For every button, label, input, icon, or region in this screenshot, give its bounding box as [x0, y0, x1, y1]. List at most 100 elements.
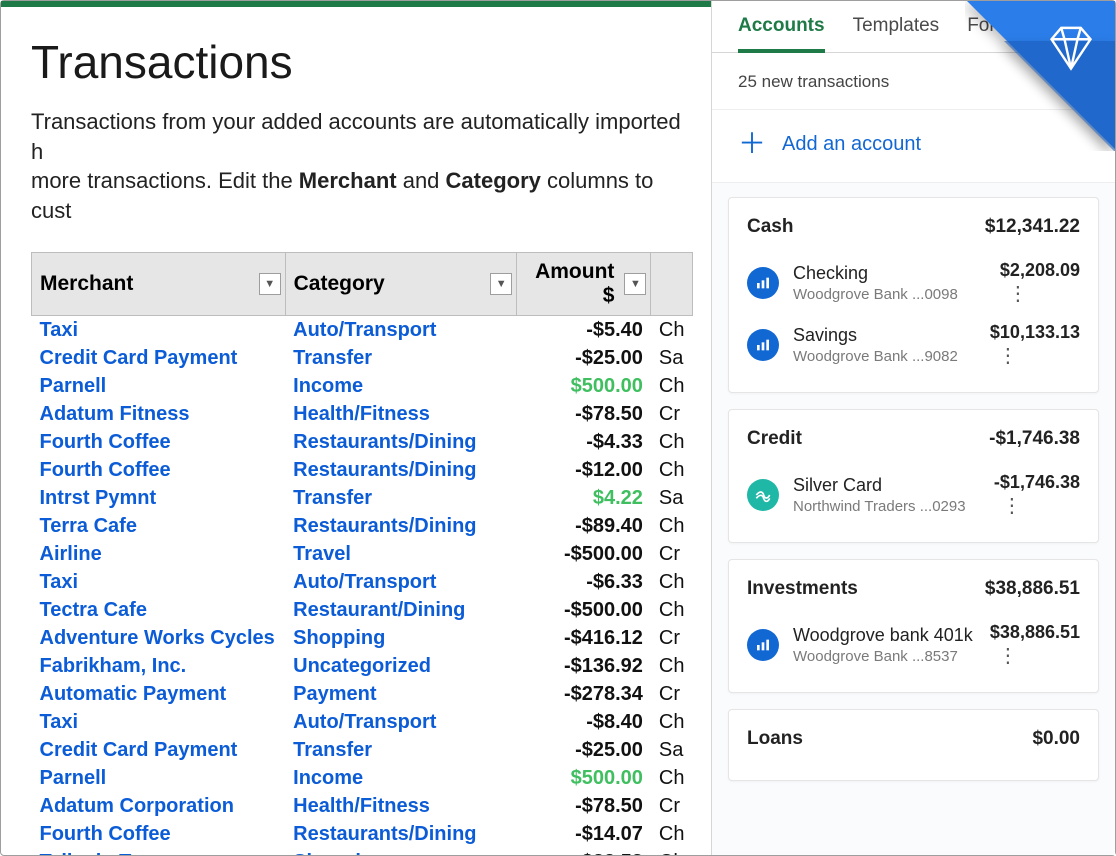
amount-cell: -$8.40	[517, 708, 651, 736]
merchant-cell[interactable]: Credit Card Payment	[32, 344, 286, 372]
account-amount: $2,208.09	[1000, 260, 1080, 281]
desc-bold-category: Category	[446, 168, 541, 193]
merchant-cell[interactable]: Tectra Cafe	[32, 596, 286, 624]
account-icon	[747, 267, 779, 299]
account-subtitle: Woodgrove Bank ...9082	[793, 348, 976, 365]
filter-amount-button[interactable]: ▼	[624, 273, 646, 295]
merchant-cell[interactable]: Taxi	[32, 315, 286, 344]
category-cell[interactable]: Restaurants/Dining	[285, 820, 517, 848]
category-cell[interactable]: Transfer	[285, 736, 517, 764]
category-cell[interactable]: Restaurants/Dining	[285, 512, 517, 540]
category-cell[interactable]: Restaurants/Dining	[285, 456, 517, 484]
account-cell: Ch	[651, 820, 693, 848]
table-row: Intrst PymntTransfer$4.22Sa	[32, 484, 693, 512]
merchant-cell[interactable]: Taxi	[32, 568, 286, 596]
merchant-cell[interactable]: Parnell	[32, 764, 286, 792]
merchant-cell[interactable]: Taxi	[32, 708, 286, 736]
col-category[interactable]: Category ▼	[285, 252, 517, 315]
table-row: ParnellIncome$500.00Ch	[32, 764, 693, 792]
account-cell: Cr	[651, 540, 693, 568]
table-row: TaxiAuto/Transport-$8.40Ch	[32, 708, 693, 736]
account-more-button[interactable]: ⋮	[996, 643, 1020, 668]
account-icon	[747, 479, 779, 511]
category-cell[interactable]: Restaurants/Dining	[285, 428, 517, 456]
account-row[interactable]: Silver CardNorthwind Traders ...0293-$1,…	[747, 464, 1080, 526]
table-row: Adatum CorporationHealth/Fitness-$78.50C…	[32, 792, 693, 820]
account-amount: $38,886.51	[990, 622, 1080, 643]
account-name: Savings	[793, 325, 976, 346]
table-row: TaxiAuto/Transport-$5.40Ch	[32, 315, 693, 344]
tab-for-you[interactable]: For you	[967, 15, 1031, 52]
account-more-button[interactable]: ⋮	[1000, 493, 1024, 518]
group-card: Investments$38,886.51Woodgrove bank 401k…	[728, 559, 1099, 693]
merchant-cell[interactable]: Airline	[32, 540, 286, 568]
account-cell: Ch	[651, 848, 693, 855]
merchant-cell[interactable]: Adatum Fitness	[32, 400, 286, 428]
merchant-cell[interactable]: Credit Card Payment	[32, 736, 286, 764]
merchant-cell[interactable]: Fourth Coffee	[32, 428, 286, 456]
table-row: Adventure Works CyclesShopping-$416.12Cr	[32, 624, 693, 652]
merchant-cell[interactable]: Fourth Coffee	[32, 820, 286, 848]
amount-cell: -$78.50	[517, 400, 651, 428]
group-card: Cash$12,341.22CheckingWoodgrove Bank ...…	[728, 197, 1099, 393]
merchant-cell[interactable]: Fabrikham, Inc.	[32, 652, 286, 680]
category-cell[interactable]: Travel	[285, 540, 517, 568]
category-cell[interactable]: Restaurant/Dining	[285, 596, 517, 624]
desc-line2b: and	[397, 168, 446, 193]
account-amount: -$1,746.38	[994, 472, 1080, 493]
account-row[interactable]: SavingsWoodgrove Bank ...9082$10,133.13⋮	[747, 314, 1080, 376]
account-more-button[interactable]: ⋮	[1006, 281, 1030, 306]
account-row[interactable]: CheckingWoodgrove Bank ...0098$2,208.09⋮	[747, 252, 1080, 314]
account-cell: Cr	[651, 792, 693, 820]
merchant-cell[interactable]: Terra Cafe	[32, 512, 286, 540]
tab-templates[interactable]: Templates	[853, 15, 940, 52]
category-cell[interactable]: Auto/Transport	[285, 315, 517, 344]
table-row: Fourth CoffeeRestaurants/Dining-$14.07Ch	[32, 820, 693, 848]
col-merchant[interactable]: Merchant ▼	[32, 252, 286, 315]
merchant-cell[interactable]: Adatum Corporation	[32, 792, 286, 820]
category-cell[interactable]: Income	[285, 764, 517, 792]
account-cell: Cr	[651, 624, 693, 652]
transactions-pane: Transactions Transactions from your adde…	[1, 1, 711, 855]
desc-line1: Transactions from your added accounts ar…	[31, 109, 681, 164]
category-cell[interactable]: Health/Fitness	[285, 400, 517, 428]
add-account-button[interactable]: ＋ Add an account	[712, 110, 1115, 183]
filter-category-button[interactable]: ▼	[490, 273, 512, 295]
table-row: ParnellIncome$500.00Ch	[32, 372, 693, 400]
merchant-cell[interactable]: Intrst Pymnt	[32, 484, 286, 512]
merchant-cell[interactable]: Parnell	[32, 372, 286, 400]
account-row[interactable]: Woodgrove bank 401kWoodgrove Bank ...853…	[747, 614, 1080, 676]
category-cell[interactable]: Auto/Transport	[285, 568, 517, 596]
merchant-cell[interactable]: Fourth Coffee	[32, 456, 286, 484]
category-cell[interactable]: Health/Fitness	[285, 792, 517, 820]
account-more-button[interactable]: ⋮	[996, 343, 1020, 368]
table-row: Fourth CoffeeRestaurants/Dining-$12.00Ch	[32, 456, 693, 484]
account-name: Checking	[793, 263, 986, 284]
category-cell[interactable]: Auto/Transport	[285, 708, 517, 736]
table-row: Fourth CoffeeRestaurants/Dining-$4.33Ch	[32, 428, 693, 456]
merchant-cell[interactable]: Adventure Works Cycles	[32, 624, 286, 652]
category-cell[interactable]: Income	[285, 372, 517, 400]
amount-cell: -$12.00	[517, 456, 651, 484]
table-row: TaxiAuto/Transport-$6.33Ch	[32, 568, 693, 596]
amount-cell: -$6.33	[517, 568, 651, 596]
account-cell: Sa	[651, 344, 693, 372]
col-amount[interactable]: Amount $ ▼	[517, 252, 651, 315]
category-cell[interactable]: Uncategorized	[285, 652, 517, 680]
account-cell: Sa	[651, 736, 693, 764]
amount-cell: $500.00	[517, 372, 651, 400]
category-cell[interactable]: Transfer	[285, 344, 517, 372]
filter-merchant-button[interactable]: ▼	[259, 273, 281, 295]
merchant-cell[interactable]: Automatic Payment	[32, 680, 286, 708]
category-cell[interactable]: Payment	[285, 680, 517, 708]
table-row: Adatum FitnessHealth/Fitness-$78.50Cr	[32, 400, 693, 428]
category-cell[interactable]: Shopping	[285, 624, 517, 652]
merchant-cell[interactable]: Tailspin Toys	[32, 848, 286, 855]
category-cell[interactable]: Transfer	[285, 484, 517, 512]
category-cell[interactable]: Shopping	[285, 848, 517, 855]
table-row: Terra CafeRestaurants/Dining-$89.40Ch	[32, 512, 693, 540]
account-cell: Ch	[651, 652, 693, 680]
group-total: $38,886.51	[985, 578, 1080, 600]
tab-accounts[interactable]: Accounts	[738, 15, 825, 53]
page-title: Transactions	[31, 35, 693, 89]
